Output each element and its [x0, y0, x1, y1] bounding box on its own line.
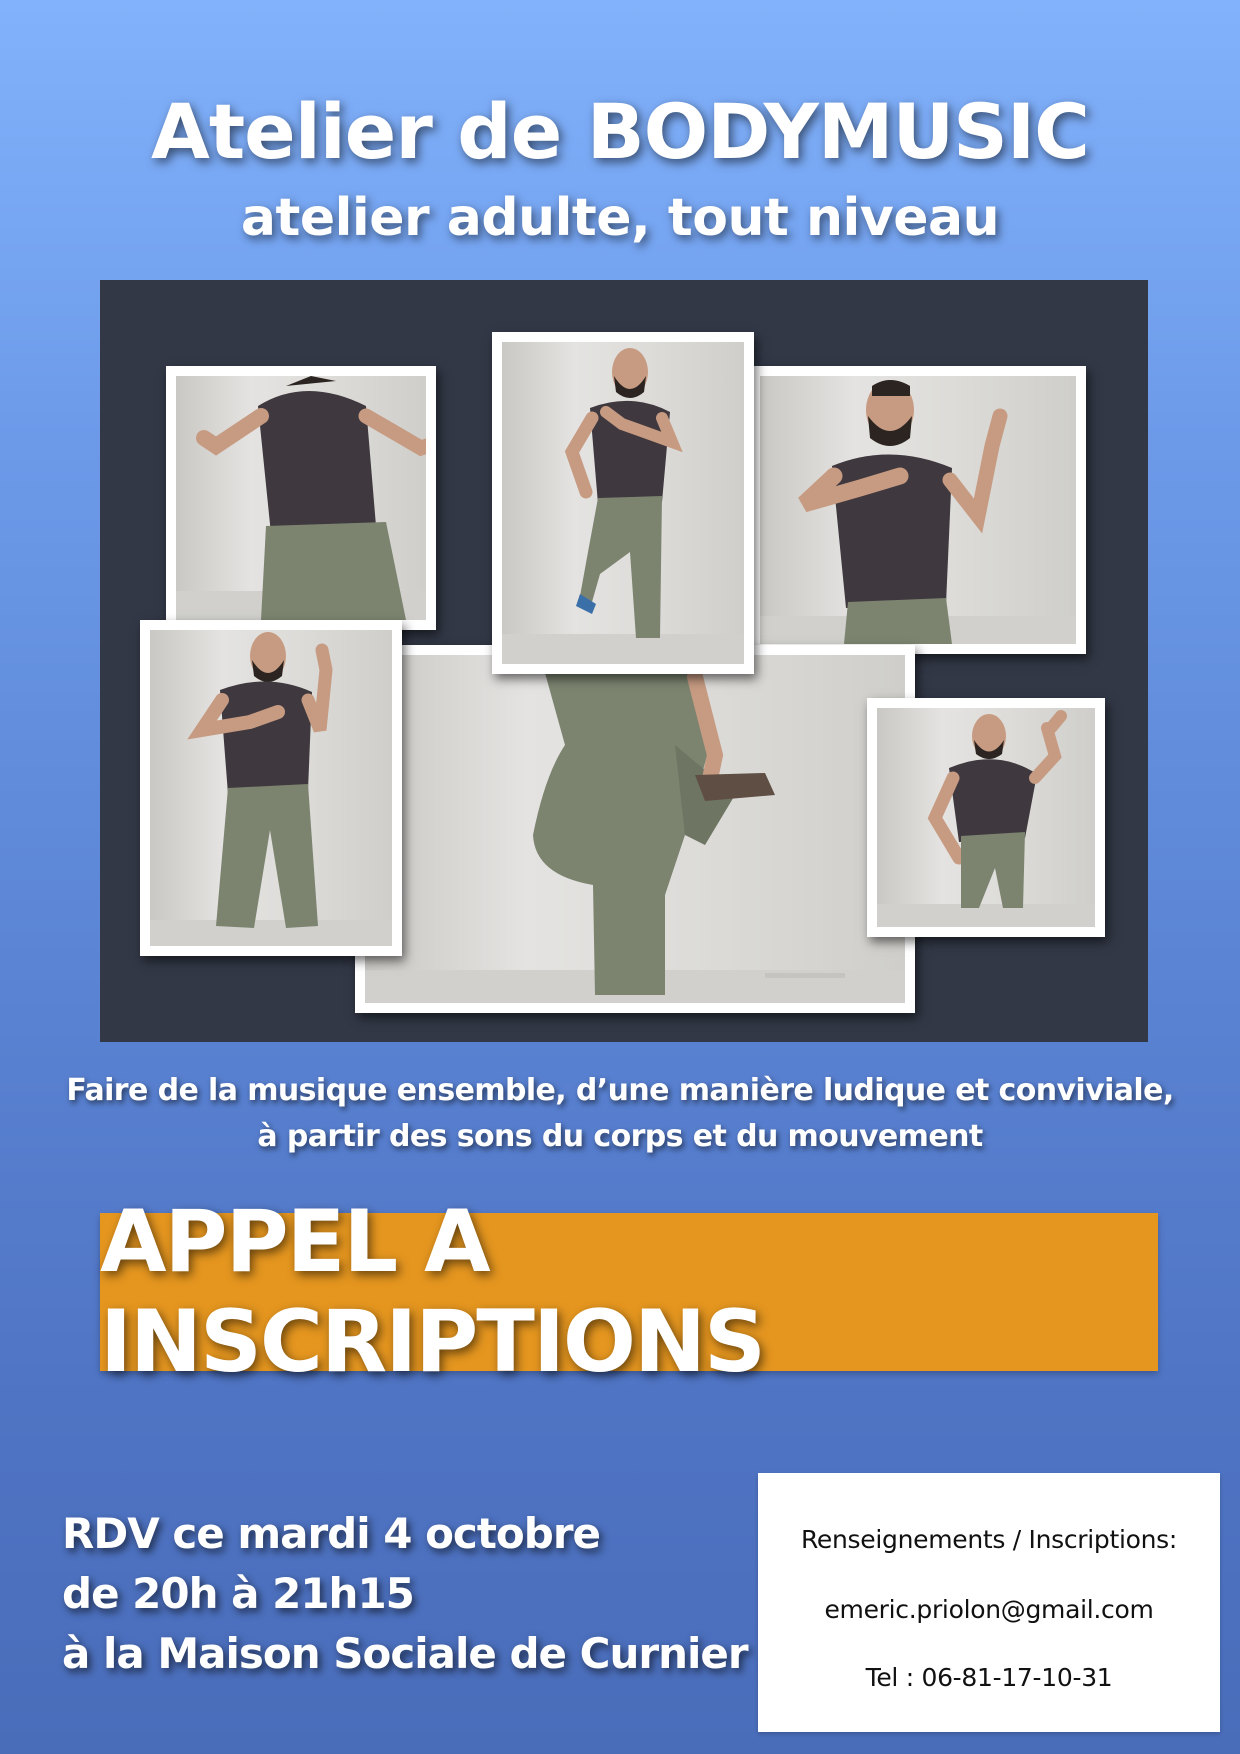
dancer-leg-raised-photo	[492, 332, 754, 674]
dancer-hand-on-chest-photo	[750, 366, 1086, 654]
contact-email[interactable]: emeric.priolon@gmail.com	[758, 1595, 1220, 1624]
registration-banner-label: APPEL A INSCRIPTIONS	[100, 1192, 766, 1392]
poster-title: Atelier de BODYMUSIC	[151, 87, 1090, 176]
rendezvous-place: à la Maison Sociale de Curnier	[62, 1629, 749, 1678]
dancer-standing-photo	[140, 620, 402, 956]
contact-phone[interactable]: Tel : 06-81-17-10-31	[758, 1663, 1220, 1692]
rendezvous-info: RDV ce mardi 4 octobre de 20h à 21h15 à …	[62, 1504, 762, 1684]
photo-collage	[100, 280, 1148, 1042]
registration-banner: APPEL A INSCRIPTIONS	[100, 1192, 1158, 1392]
description-line-2: à partir des sons du corps et du mouveme…	[257, 1119, 983, 1154]
contact-heading: Renseignements / Inscriptions:	[800, 1525, 1178, 1554]
contact-box: Renseignements / Inscriptions: emeric.pr…	[758, 1473, 1220, 1732]
dancer-snapping-photo	[166, 366, 436, 630]
description-line-1: Faire de la musique ensemble, d’une mani…	[66, 1073, 1174, 1108]
poster-subtitle: atelier adulte, tout niveau	[240, 188, 1000, 248]
rendezvous-time: de 20h à 21h15	[62, 1569, 415, 1618]
description-text: Faire de la musique ensemble, d’une mani…	[0, 1068, 1240, 1160]
dancer-crouching-photo	[867, 698, 1105, 937]
dancer-leg-closeup-photo	[355, 645, 915, 1013]
rendezvous-date: RDV ce mardi 4 octobre	[62, 1509, 601, 1558]
